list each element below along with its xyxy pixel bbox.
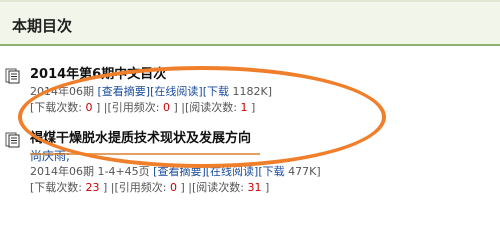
citations-label: ] |[引用频次: <box>103 181 167 194</box>
view-summary-link[interactable]: [查看摘要] <box>98 85 151 98</box>
downloads-label: [下载次数: <box>30 101 82 114</box>
download-link[interactable]: [下载 <box>203 85 229 98</box>
article-stats: [下载次数: 0 ] |[引用频次: 0 ] |[阅读次数: 1 ] <box>30 100 490 116</box>
article-meta: 2014年06期 1-4+45页 [查看摘要][在线阅读][下载 477K] <box>30 164 490 180</box>
reads-count: 1 <box>240 101 248 114</box>
toc-item: 褐煤干燥脱水提质技术现状及发展方向 尚庆雨; 2014年06期 1-4+45页 … <box>5 130 490 196</box>
downloads-count: 0 <box>85 101 93 114</box>
reads-label: ] |[阅读次数: <box>180 181 245 194</box>
reads-label: ] |[阅读次数: <box>173 101 238 114</box>
stats-end: ] <box>265 181 270 194</box>
issue-date: 2014年06期 <box>30 85 94 98</box>
section-title: 本期目次 <box>12 17 73 35</box>
article-stats: [下载次数: 23 ] |[引用频次: 0 ] |[阅读次数: 31 ] <box>30 180 490 196</box>
downloads-label: [下载次数: <box>30 181 82 194</box>
article-author[interactable]: 尚庆雨; <box>30 148 490 164</box>
downloads-count: 23 <box>85 181 100 194</box>
reads-count: 31 <box>247 181 262 194</box>
download-link[interactable]: [下载 <box>258 165 284 178</box>
toc-item: 2014年第6期中文目次 2014年06期 [查看摘要][在线阅读][下载 11… <box>5 66 490 116</box>
section-header: 本期目次 <box>0 0 500 46</box>
article-meta: 2014年06期 [查看摘要][在线阅读][下载 1182K] <box>30 84 490 100</box>
online-read-link[interactable]: [在线阅读] <box>206 165 259 178</box>
file-size: 477K] <box>288 165 321 178</box>
document-icon <box>5 68 20 84</box>
annotation-stroke <box>30 153 260 155</box>
document-icon <box>5 132 20 148</box>
file-size: 1182K] <box>232 85 272 98</box>
article-title[interactable]: 2014年第6期中文目次 <box>30 66 490 84</box>
citations-count: 0 <box>163 101 170 114</box>
view-summary-link[interactable]: [查看摘要] <box>153 165 206 178</box>
article-title[interactable]: 褐煤干燥脱水提质技术现状及发展方向 <box>30 130 490 148</box>
stats-end: ] <box>251 101 256 114</box>
citations-count: 0 <box>170 181 177 194</box>
toc-list: 2014年第6期中文目次 2014年06期 [查看摘要][在线阅读][下载 11… <box>0 46 500 212</box>
online-read-link[interactable]: [在线阅读] <box>150 85 203 98</box>
citations-label: ] |[引用频次: <box>96 101 160 114</box>
issue-date: 2014年06期 1-4+45页 <box>30 165 150 178</box>
